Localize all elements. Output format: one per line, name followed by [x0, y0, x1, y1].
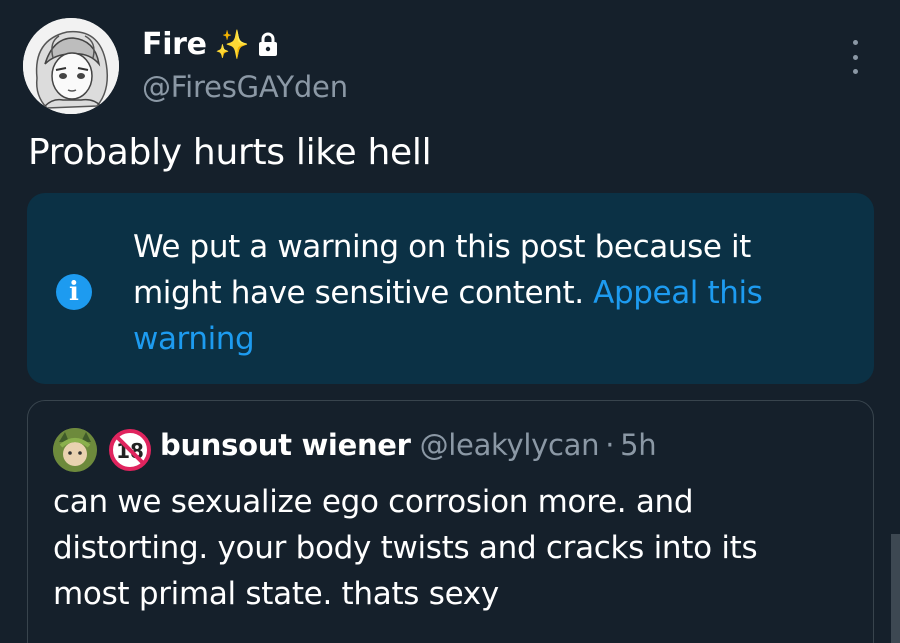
author-name-text: Fire	[142, 27, 207, 62]
quoted-timestamp[interactable]: 5h	[620, 428, 657, 462]
quoted-post-text: can we sexualize ego corrosion more. and…	[53, 484, 758, 612]
author-handle[interactable]: @FiresGAYden	[142, 70, 348, 104]
separator-dot: ·	[605, 428, 615, 462]
author-avatar[interactable]	[23, 18, 119, 114]
post-text: Probably hurts like hell	[28, 132, 432, 173]
lock-icon	[259, 32, 278, 56]
no-under-18-icon: 18	[109, 429, 151, 471]
info-icon: i	[56, 274, 92, 310]
scrollbar[interactable]	[891, 534, 900, 643]
quoted-author-line: bunsout wiener @leakylycan · 5h	[160, 428, 657, 462]
quoted-author-avatar[interactable]	[53, 428, 97, 472]
warning-message: We put a warning on this post because it…	[133, 224, 833, 362]
quoted-handle[interactable]: @leakylycan	[420, 428, 600, 462]
sparkles-emoji: ✨	[214, 27, 250, 61]
quoted-display-name[interactable]: bunsout wiener	[160, 428, 411, 462]
more-options-icon[interactable]	[848, 40, 862, 74]
author-display-name[interactable]: Fire ✨	[142, 27, 279, 62]
